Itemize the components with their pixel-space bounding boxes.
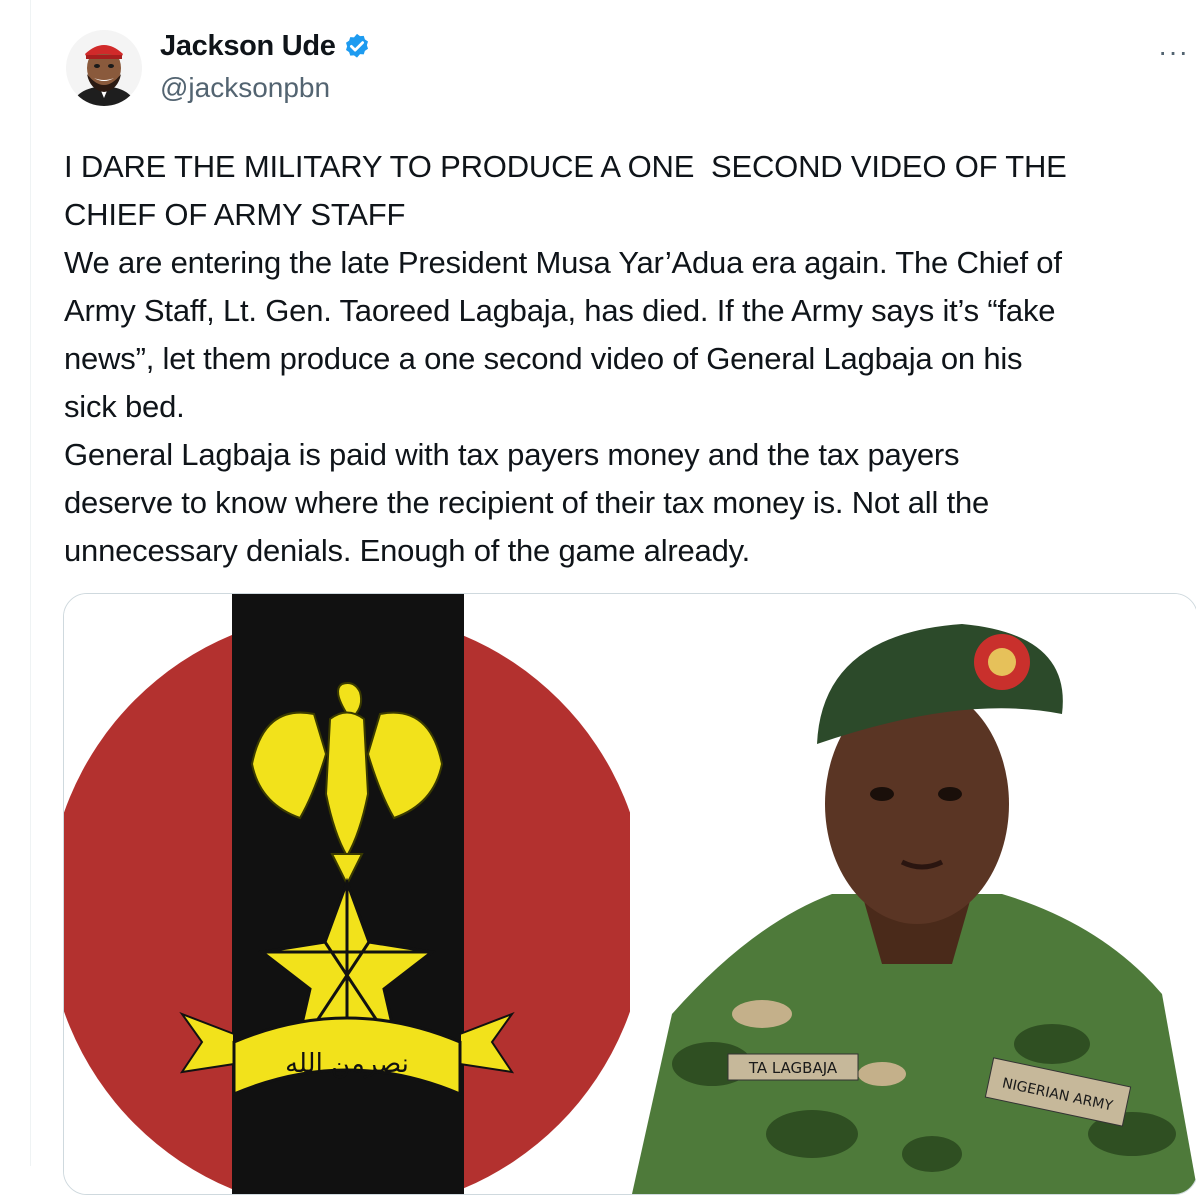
nigerian-army-crest-icon: نصرمن الله [64, 594, 630, 1194]
more-options-icon[interactable]: ··· [1158, 36, 1189, 68]
tweet-media[interactable]: نصرمن الله TA LAGBAJA NIGERIAN ARMY [63, 593, 1196, 1195]
cartoon-man-avatar-icon [66, 30, 142, 106]
officer-portrait-icon: TA LAGBAJA NIGERIAN ARMY [632, 594, 1196, 1194]
army-crest-image[interactable]: نصرمن الله [64, 594, 630, 1194]
timeline-border [30, 0, 31, 1166]
author-name-row: Jackson Ude [160, 30, 372, 63]
author-avatar[interactable] [66, 30, 142, 106]
tweet-text: I DARE THE MILITARY TO PRODUCE A ONE SEC… [64, 149, 1067, 568]
author-handle[interactable]: @jacksonpbn [160, 72, 330, 104]
name-tape-text: TA LAGBAJA [748, 1059, 838, 1077]
officer-portrait-image[interactable]: TA LAGBAJA NIGERIAN ARMY [632, 594, 1196, 1194]
verified-badge-icon [342, 32, 372, 62]
author-display-name[interactable]: Jackson Ude [160, 30, 336, 63]
crest-inscription: نصرمن الله [285, 1049, 409, 1079]
